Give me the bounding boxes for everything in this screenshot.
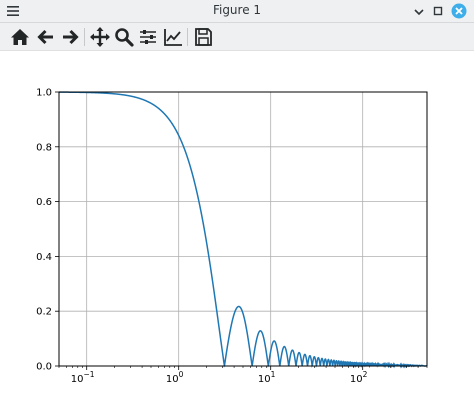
window-title: Figure 1 — [212, 3, 262, 17]
x-tick-label: 101 — [258, 370, 276, 385]
toolbar-separator — [187, 28, 188, 46]
home-icon[interactable] — [9, 26, 31, 48]
x-tick-label: 10−1 — [71, 370, 95, 385]
y-tick-label: 1.0 — [36, 88, 52, 99]
minimize-icon[interactable] — [411, 3, 427, 19]
save-icon[interactable] — [192, 26, 214, 48]
y-tick-label: 0.6 — [36, 197, 52, 208]
y-tick-label: 0.2 — [36, 307, 52, 318]
close-icon[interactable] — [451, 3, 467, 19]
y-tick-label: 0.8 — [36, 142, 52, 153]
x-tick-label: 102 — [350, 370, 368, 385]
series-line — [58, 91, 428, 369]
back-icon[interactable] — [35, 26, 57, 48]
configure-subplots-icon[interactable] — [137, 26, 159, 48]
y-tick-label: 0.0 — [36, 362, 52, 373]
forward-icon[interactable] — [59, 26, 81, 48]
navigation-toolbar — [0, 23, 474, 51]
grid-lines — [59, 91, 427, 367]
toolbar-separator — [84, 28, 85, 46]
zoom-icon[interactable] — [113, 26, 135, 48]
axes-frame — [58, 91, 428, 367]
x-tick-label: 100 — [166, 370, 184, 385]
y-tick-label: 0.4 — [36, 252, 52, 263]
pan-icon[interactable] — [89, 26, 111, 48]
figure-canvas[interactable]: 10−1 100 101 102 0.0 0.2 0.4 0.6 0.8 1.0 — [0, 51, 474, 405]
maximize-icon[interactable] — [430, 3, 446, 19]
axis-ticks: 10−1 100 101 102 0.0 0.2 0.4 0.6 0.8 1.0 — [36, 88, 428, 385]
title-bar: Figure 1 — [0, 0, 474, 23]
edit-axis-icon[interactable] — [162, 26, 184, 48]
